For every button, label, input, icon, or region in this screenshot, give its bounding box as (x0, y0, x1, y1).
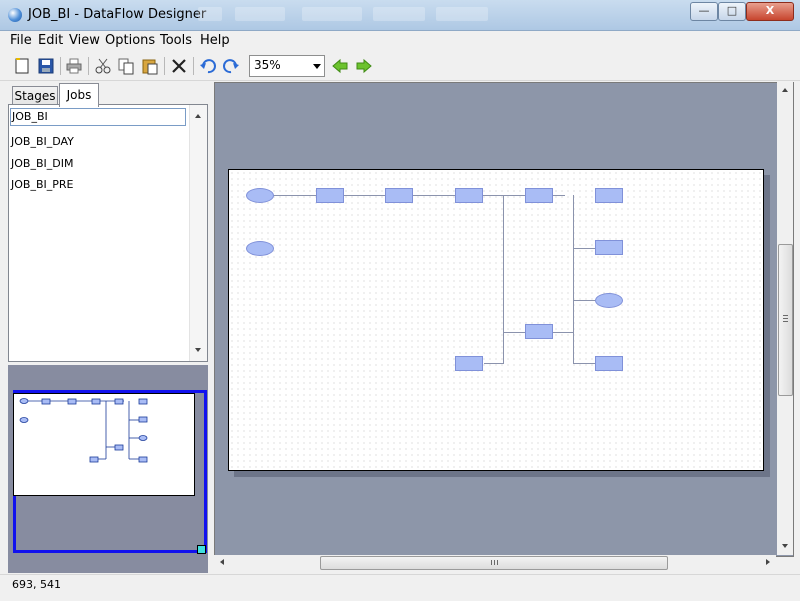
diagram-link (484, 363, 504, 364)
diagram-node[interactable] (595, 293, 623, 308)
overview-diagram (19, 398, 148, 463)
new-icon[interactable] (12, 56, 32, 76)
diagram-link (503, 332, 527, 333)
print-icon[interactable] (64, 56, 84, 76)
menu-help[interactable]: Help (200, 33, 230, 48)
status-bar: 693, 541 (0, 574, 800, 601)
horizontal-scroll-thumb[interactable] (320, 556, 668, 570)
list-scrollbar[interactable] (189, 105, 207, 361)
redo-icon[interactable] (221, 56, 241, 76)
diagram-link (573, 248, 595, 249)
diagram-node[interactable] (316, 188, 344, 203)
scroll-up-icon[interactable] (782, 88, 788, 92)
diagram-link (503, 195, 504, 363)
diagram-node[interactable] (246, 188, 274, 203)
cut-icon[interactable] (93, 56, 113, 76)
diagram-link (573, 195, 574, 363)
scroll-left-icon[interactable] (220, 559, 224, 565)
taskbar-ghost-icon (436, 7, 488, 21)
scroll-up-icon[interactable] (195, 114, 201, 118)
menu-file[interactable]: File (10, 33, 32, 48)
app-icon (8, 8, 22, 22)
undo-icon[interactable] (198, 56, 218, 76)
scroll-down-icon[interactable] (195, 348, 201, 352)
vertical-scroll-thumb[interactable] (778, 244, 793, 396)
save-icon[interactable] (36, 56, 56, 76)
list-item[interactable]: JOB_BI_PRE (11, 178, 73, 191)
diagram-node[interactable] (525, 324, 553, 339)
taskbar-ghost-icon (198, 7, 222, 21)
copy-icon[interactable] (116, 56, 136, 76)
taskbar-ghost-icon (373, 7, 425, 21)
overview-panel (8, 365, 208, 573)
diagram-node[interactable] (385, 188, 413, 203)
overview-page (13, 393, 195, 496)
diagram-link (573, 363, 595, 364)
scroll-right-icon[interactable] (766, 559, 770, 565)
vertical-scrollbar[interactable] (777, 82, 793, 555)
diagram-node[interactable] (595, 240, 623, 255)
overview-resize-handle[interactable] (197, 545, 206, 554)
tab-jobs[interactable]: Jobs (59, 83, 99, 107)
scroll-down-icon[interactable] (782, 544, 788, 548)
diagram-page (228, 169, 764, 471)
menu-options[interactable]: Options (105, 33, 155, 48)
diagram-node[interactable] (595, 188, 623, 203)
horizontal-scrollbar[interactable] (214, 555, 776, 571)
diagram-node[interactable] (455, 188, 483, 203)
close-button[interactable]: X (746, 2, 794, 21)
diagram-node[interactable] (595, 356, 623, 371)
title-bar: JOB_BI - DataFlow Designer — □ X (0, 0, 800, 31)
delete-icon[interactable] (169, 56, 189, 76)
diagram-canvas[interactable] (214, 82, 794, 557)
menu-edit[interactable]: Edit (38, 33, 63, 48)
taskbar-ghost-icon (302, 7, 362, 21)
menu-bar: File Edit View Options Tools Help (0, 31, 800, 51)
zoom-select[interactable]: 35% (249, 55, 325, 77)
list-item[interactable]: JOB_BI_DIM (11, 157, 73, 170)
diagram-node[interactable] (246, 241, 274, 256)
minimize-button[interactable]: — (690, 2, 718, 21)
zoom-value: 35% (254, 58, 281, 72)
diagram-link (553, 332, 574, 333)
list-item[interactable]: JOB_BI (10, 108, 186, 126)
menu-tools[interactable]: Tools (160, 33, 192, 48)
list-item[interactable]: JOB_BI_DAY (11, 135, 74, 148)
diagram-link (573, 300, 595, 301)
diagram-node[interactable] (455, 356, 483, 371)
maximize-button[interactable]: □ (718, 2, 746, 21)
tab-stages[interactable]: Stages (12, 86, 58, 106)
paste-icon[interactable] (140, 56, 160, 76)
toolbar: 35% (0, 52, 800, 81)
diagram-node[interactable] (525, 188, 553, 203)
window-title: JOB_BI - DataFlow Designer (28, 7, 207, 22)
back-arrow-icon[interactable] (330, 56, 350, 76)
menu-view[interactable]: View (69, 33, 100, 48)
jobs-list: JOB_BI JOB_BI_DAY JOB_BI_DIM JOB_BI_PRE (8, 104, 208, 362)
taskbar-ghost-icon (235, 7, 285, 21)
forward-arrow-icon[interactable] (354, 56, 374, 76)
cursor-coordinates: 693, 541 (12, 578, 61, 591)
chevron-down-icon (313, 64, 321, 69)
